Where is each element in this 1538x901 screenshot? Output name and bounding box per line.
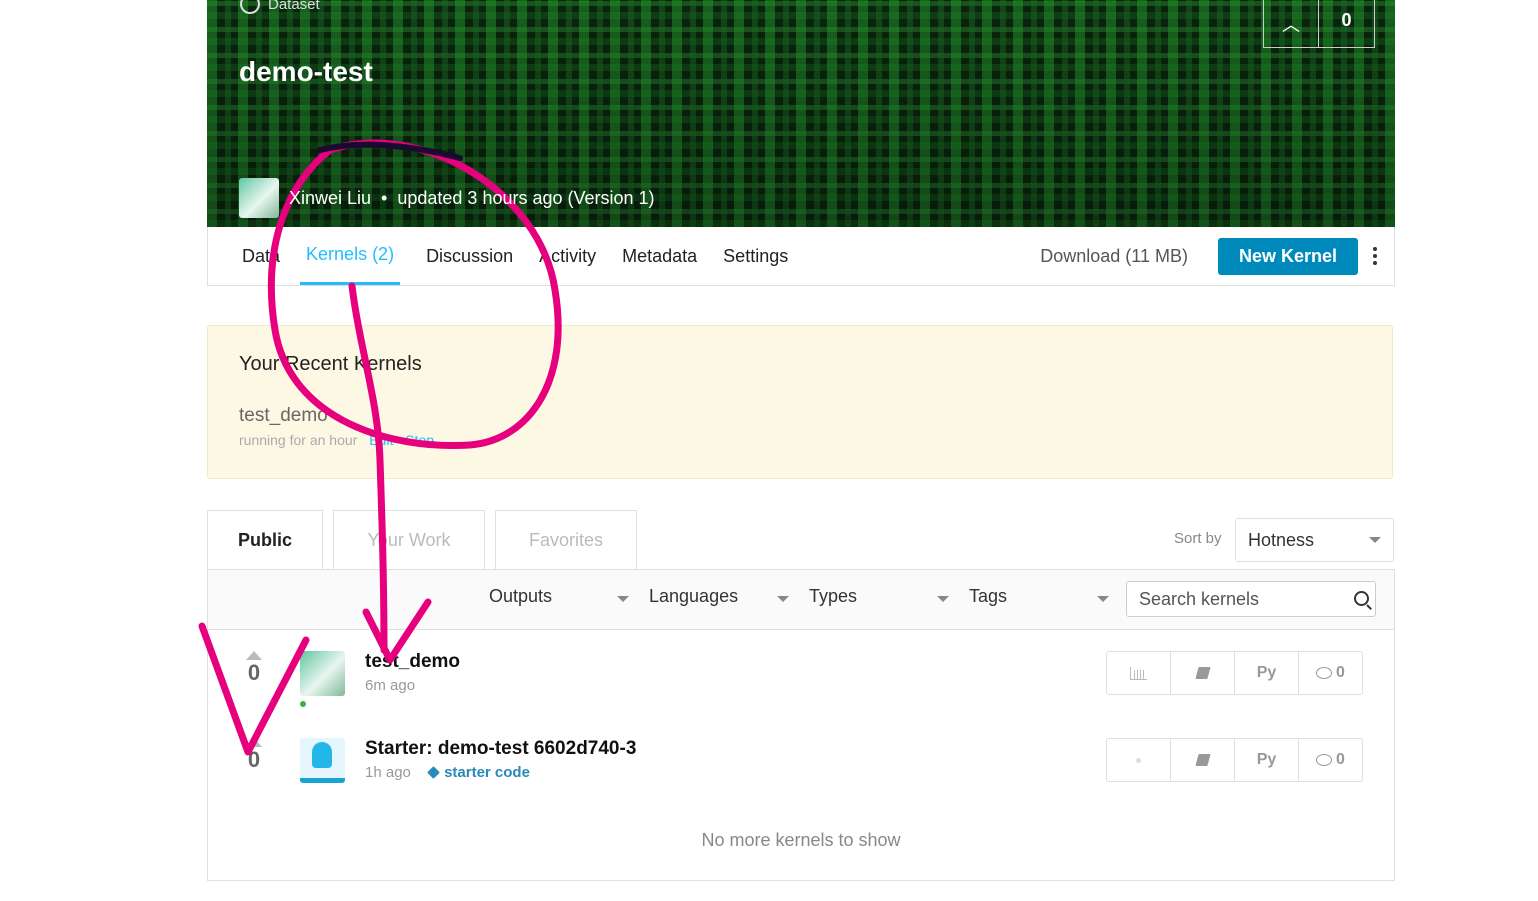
filter-types-label: Types [809, 586, 858, 606]
sort-select[interactable]: Hotness [1235, 518, 1394, 562]
output-stat[interactable] [1107, 652, 1171, 694]
kernel-vote: 0 [242, 651, 266, 686]
filter-types[interactable]: Types [809, 586, 949, 612]
recent-kernels-heading: Your Recent Kernels [239, 353, 422, 375]
filter-outputs-label: Outputs [489, 586, 553, 606]
search-icon[interactable] [1354, 591, 1369, 606]
kaggle-bot-avatar[interactable] [300, 738, 345, 783]
filter-tags-label: Tags [969, 586, 1008, 606]
kernel-time: 1h ago [365, 764, 411, 781]
kernel-title[interactable]: test_demo [365, 651, 460, 673]
kernel-stats: Py 0 [1106, 651, 1363, 695]
comments-count: 0 [1336, 751, 1345, 768]
recent-kernel-edit-link[interactable]: Edit [369, 432, 393, 448]
new-kernel-button[interactable]: New Kernel [1217, 237, 1358, 275]
tab-metadata[interactable]: Metadata [622, 227, 697, 285]
more-options-icon[interactable] [1372, 247, 1378, 265]
recent-kernel-meta: running for an hour Edit Stop [239, 432, 434, 448]
kernel-vote-count: 0 [247, 747, 261, 772]
page: Dataset demo-test ︿ 0 Xinwei Liu • updat… [0, 0, 1538, 901]
kernel-author-avatar[interactable] [300, 651, 345, 696]
upvote-button[interactable]: ︿ [1264, 0, 1319, 47]
tab-discussion[interactable]: Discussion [426, 227, 513, 285]
caret-down-icon [1097, 596, 1109, 602]
dataset-vote-box: ︿ 0 [1263, 0, 1375, 48]
upvote-arrow-icon[interactable] [246, 651, 262, 660]
dataset-type-text: Dataset [268, 0, 320, 13]
bar-chart-icon [1130, 666, 1147, 680]
download-link[interactable]: Download (11 MB) [1040, 246, 1188, 267]
caret-down-icon [617, 596, 629, 602]
kernel-tag-label: starter code [444, 764, 530, 781]
tab-data[interactable]: Data [242, 227, 280, 285]
comment-icon [1316, 667, 1333, 679]
recent-kernel-stop-link[interactable]: Stop [405, 432, 434, 448]
owner-avatar[interactable] [239, 178, 279, 218]
tab-settings[interactable]: Settings [723, 227, 788, 285]
filter-languages[interactable]: Languages [649, 586, 789, 612]
tab-favorites[interactable]: Favorites [495, 510, 637, 570]
caret-down-icon [777, 596, 789, 602]
tag-icon [427, 766, 440, 779]
recent-kernels-panel: Your Recent Kernels test_demo running fo… [207, 325, 1393, 479]
notebook-icon [1194, 667, 1211, 679]
tab-kernels[interactable]: Kernels (2) [300, 227, 401, 285]
updated-text: updated 3 hours ago (Version 1) [397, 187, 655, 208]
output-stat[interactable] [1107, 739, 1171, 781]
owner-info: Xinwei Liu • updated 3 hours ago (Versio… [239, 178, 655, 218]
running-status-dot [300, 701, 306, 707]
dataset-type-label: Dataset [240, 0, 320, 14]
tabbar-actions: Download (11 MB) New Kernel [1040, 237, 1394, 275]
dot-icon [1136, 757, 1141, 763]
kernel-meta: 6m ago [365, 677, 415, 694]
kernel-list-panel: Outputs Languages Types Tags 0 [207, 569, 1395, 881]
tab-activity[interactable]: Activity [539, 227, 596, 285]
filter-bar: Outputs Languages Types Tags [208, 570, 1394, 630]
separator-dot: • [381, 187, 388, 208]
page-title: demo-test [239, 56, 373, 87]
kernel-vote-count: 0 [247, 660, 261, 685]
notebook-icon [1194, 754, 1211, 766]
comments-stat[interactable]: 0 [1299, 739, 1362, 781]
language-stat[interactable]: Py [1235, 652, 1299, 694]
recent-kernel-status: running for an hour [239, 432, 358, 448]
kernel-row: 0 Starter: demo-test 6602d740-3 1h ago s… [208, 738, 1394, 808]
kernel-time: 6m ago [365, 677, 416, 694]
notebook-stat[interactable] [1171, 739, 1235, 781]
chevron-up-icon: ︿ [1282, 14, 1300, 35]
filter-tags[interactable]: Tags [969, 586, 1109, 612]
comment-icon [1316, 754, 1333, 766]
comments-count: 0 [1336, 664, 1345, 681]
dataset-tabbar: Data Kernels (2) Discussion Activity Met… [207, 227, 1395, 286]
kernel-tag[interactable]: starter code [427, 764, 530, 781]
kernel-title[interactable]: Starter: demo-test 6602d740-3 [365, 738, 636, 760]
no-more-kernels-text: No more kernels to show [701, 830, 901, 850]
caret-down-icon [937, 596, 949, 602]
kernel-vote: 0 [242, 738, 266, 773]
kernel-row: 0 test_demo 6m ago Py 0 [208, 651, 1394, 721]
tab-your-work[interactable]: Your Work [333, 510, 485, 570]
recent-kernel-name[interactable]: test_demo [239, 405, 328, 427]
sort-select-value: Hotness [1248, 529, 1315, 550]
caret-down-icon [1369, 537, 1381, 543]
filter-outputs[interactable]: Outputs [489, 586, 629, 612]
dataset-icon [240, 0, 260, 14]
sort-by-label: Sort by [1174, 530, 1222, 547]
owner-name[interactable]: Xinwei Liu [289, 188, 371, 209]
upvote-arrow-icon[interactable] [246, 738, 262, 747]
notebook-stat[interactable] [1171, 652, 1235, 694]
tab-public[interactable]: Public [207, 510, 323, 570]
comments-stat[interactable]: 0 [1299, 652, 1362, 694]
language-stat[interactable]: Py [1235, 739, 1299, 781]
vote-count: 0 [1341, 10, 1352, 30]
search-input[interactable] [1126, 581, 1376, 617]
filter-languages-label: Languages [649, 586, 739, 606]
kernel-stats: Py 0 [1106, 738, 1363, 782]
kernel-meta: 1h ago starter code [365, 764, 530, 781]
